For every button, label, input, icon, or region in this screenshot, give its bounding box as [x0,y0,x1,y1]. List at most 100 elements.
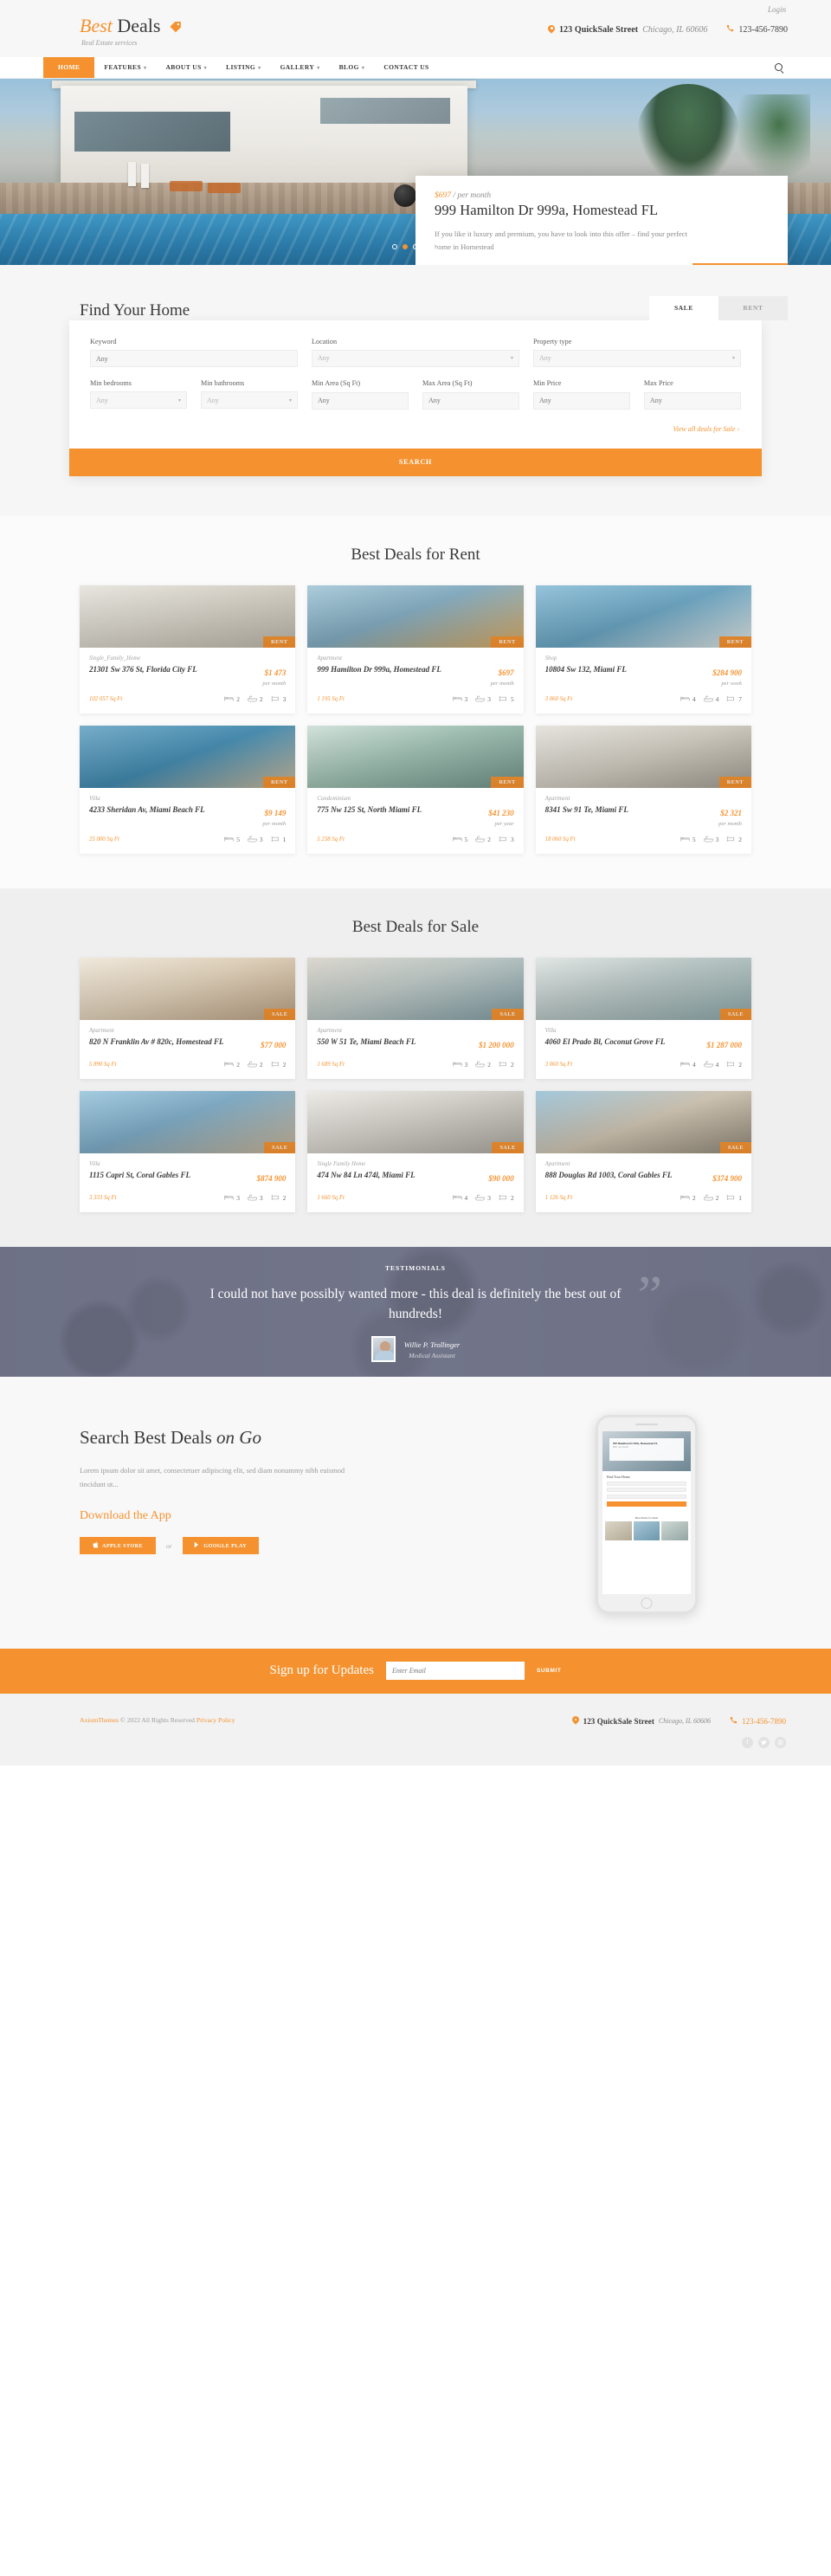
property-address[interactable]: 775 Nw 125 St, North Miami FL [317,804,483,816]
nav-label: HOME [58,63,81,71]
min-bathrooms-select[interactable]: Any ▾ [200,391,298,409]
nav-search-button[interactable] [775,57,788,78]
privacy-policy-link[interactable]: Privacy Policy [196,1716,235,1724]
tab-sale[interactable]: SALE [649,295,718,320]
tab-rent[interactable]: RENT [718,295,788,320]
nav-item-contact-us[interactable]: CONTACT US [374,57,438,78]
property-address[interactable]: 1115 Capri St, Coral Gables FL [89,1170,252,1181]
brand-tagline: Real Estate services [81,38,138,47]
property-address[interactable]: 21301 Sw 376 St, Florida City FL [89,664,257,675]
property-image: RENT [80,584,296,648]
instagram-icon[interactable] [775,1736,786,1748]
site-footer: AxiomThemes © 2022 All Rights Reserved P… [0,1693,831,1766]
testimonials-label: TESTIMONIALS [385,1263,446,1272]
google-play-button[interactable]: GOOGLE PLAY [182,1537,259,1555]
property-address[interactable]: 4060 El Prado Bl, Coconut Grove FL [545,1036,702,1048]
nav-item-listing[interactable]: LISTING ▾ [216,57,271,78]
keyword-input[interactable] [90,350,298,367]
nav-item-features[interactable]: FEATURES ▾ [94,57,156,78]
min-area-input[interactable] [311,391,409,410]
slider-dot-1[interactable] [392,243,397,249]
property-baths: 2 [475,836,491,844]
phone-form-field-3 [607,1494,686,1499]
max-area-input[interactable] [422,391,519,410]
property-price: $9 149 [264,808,287,817]
bath-icon [703,695,713,704]
bed-icon [224,1194,234,1203]
nav-item-home[interactable]: HOME [43,56,95,78]
property-baths: 2 [248,1061,263,1069]
header-address[interactable]: 123 QuickSale Street Chicago, IL 60606 [548,25,707,35]
property-type-select[interactable]: Any ▾ [533,349,741,367]
property-card[interactable]: RENT Condominium 775 Nw 125 St, North Miam… [307,725,524,854]
property-address[interactable]: 820 N Franklin Av # 820c, Homestead FL [89,1036,255,1048]
field-min-bedrooms: Min bedrooms Any ▾ [90,379,187,410]
property-card[interactable]: RENT Shop 10804 Sw 132, Miami FL $284 900 pe… [535,584,751,713]
footer-address[interactable]: 123 QuickSale Street Chicago, IL 60606 [572,1716,711,1726]
property-address[interactable]: 999 Hamilton Dr 999a, Homestead FL [317,664,485,675]
field-min-price-label: Min Price [532,379,562,387]
nav-item-about-us[interactable]: ABOUT US ▾ [156,57,216,78]
status-badge: SALE [492,1008,524,1020]
max-price-input[interactable] [643,391,741,410]
property-address[interactable]: 10804 Sw 132, Miami FL [545,664,708,675]
testimonial-quote: I could not have possibly wanted more - … [209,1286,622,1321]
property-card[interactable]: RENT Single_Family_Home 21301 Sw 376 St, F… [80,584,296,713]
phone-speaker [635,1423,658,1425]
property-type: Shop [544,655,557,662]
slider-dot-5[interactable] [434,243,439,249]
email-input[interactable] [385,1662,525,1680]
hero-property-title: 999 Hamilton Dr 999a, Homestead FL [435,201,659,218]
apple-store-button[interactable]: APPLE STORE [80,1537,156,1555]
property-card[interactable]: RENT Villa 4233 Sheridan Av, Miami Beach F… [80,725,296,854]
property-card[interactable]: SALE Apartment 888 Douglas Rd 1003, Coral … [535,1090,751,1212]
slider-dot-3[interactable] [413,243,418,249]
signup-submit-button[interactable]: SUBMIT [537,1668,562,1674]
twitter-icon[interactable] [758,1736,770,1748]
nav-label: CONTACT US [383,63,429,71]
brand-block[interactable]: Best Deals Real Estate services [43,16,182,47]
slider-dot-4[interactable] [423,243,428,249]
search-submit-button[interactable]: SEARCH [69,448,762,476]
nav-item-gallery[interactable]: GALLERY ▾ [271,57,330,78]
room-icon [499,695,508,704]
facebook-icon[interactable]: f [742,1736,753,1748]
testimonial-author: Willie P. Trollinger Medical Assistant [0,1336,831,1362]
property-type: Villa [544,1027,557,1034]
property-baths: 3 [475,1194,491,1203]
property-card[interactable]: RENT Apartment 8341 Sw 91 Te, Miami FL $2 3… [535,725,751,854]
footer-contact: 123 QuickSale Street Chicago, IL 60606 1… [572,1716,786,1727]
location-select[interactable]: Any ▾ [312,349,519,367]
property-address[interactable]: 888 Douglas Rd 1003, Coral Gables FL [545,1170,708,1181]
slider-dot-2[interactable] [403,243,408,249]
property-card[interactable]: SALE Apartment 550 W 51 Te, Miami Beach FL… [307,957,524,1079]
sale-cards-grid: SALE Apartment 820 N Franklin Av # 820c, H… [80,957,751,1212]
property-address[interactable]: 8341 Sw 91 Te, Miami FL [545,804,713,816]
property-card[interactable]: SALE Single Family Home 474 Nw 84 Ln 474l,… [307,1090,524,1212]
hero-slider[interactable]: $697 / per month 999 Hamilton Dr 999a, H… [0,78,831,265]
view-all-deals-link[interactable]: View all deals for Sale › [90,422,741,435]
property-beds: 3 [452,1061,467,1069]
footer-phone[interactable]: 123-456-7890 [730,1716,786,1727]
min-bedrooms-select[interactable]: Any ▾ [90,391,187,409]
login-link[interactable]: Login [768,5,788,14]
property-type: Apartment [544,1160,570,1167]
property-rooms: 3 [271,695,286,704]
footer-copyright-text: © 2022 All Rights Reserved [119,1715,196,1724]
property-type: Apartment [89,1027,114,1034]
phone-card-sub: $697 / per month [613,1445,628,1449]
property-beds: 3 [224,1194,240,1203]
property-card[interactable]: RENT Apartment 999 Hamilton Dr 999a, Homes… [307,584,524,713]
property-address[interactable]: 4233 Sheridan Av, Miami Beach FL [89,804,257,816]
property-address[interactable]: 550 W 51 Te, Miami Beach FL [317,1036,473,1048]
min-price-input[interactable] [532,391,630,410]
header-phone[interactable]: 123-456-7890 [726,24,788,35]
property-type: Apartment [317,1027,343,1034]
property-card[interactable]: SALE Villa 1115 Capri St, Coral Gables FL $… [80,1090,296,1212]
apple-store-label: APPLE STORE [101,1542,144,1549]
nav-item-blog[interactable]: BLOG ▾ [330,57,375,78]
property-card[interactable]: SALE Apartment 820 N Franklin Av # 820c, H… [80,957,296,1079]
property-card[interactable]: SALE Villa 4060 El Prado Bl, Coconut Grove… [535,957,751,1079]
phone-card-3 [661,1520,689,1540]
property-address[interactable]: 474 Nw 84 Ln 474l, Miami FL [317,1170,483,1181]
